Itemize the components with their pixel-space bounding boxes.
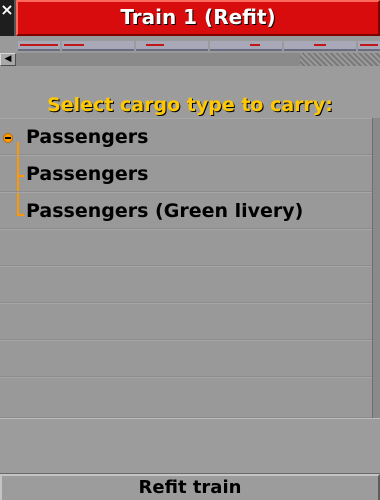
- cargo-group-label: Passengers: [26, 126, 149, 148]
- train-car-icon: [18, 41, 60, 51]
- empty-row: [0, 266, 372, 303]
- refit-info-panel: [0, 418, 380, 474]
- train-car-icon: [284, 41, 356, 51]
- train-car-icon: [210, 41, 282, 51]
- cargo-header: Select cargo type to carry:: [47, 94, 333, 116]
- scroll-track[interactable]: [300, 53, 380, 66]
- cargo-item-row[interactable]: Passengers (Green livery): [0, 192, 372, 229]
- window-title[interactable]: Train 1 (Refit): [16, 0, 380, 36]
- cargo-item-row[interactable]: Passengers: [0, 155, 372, 192]
- arrow-left-icon[interactable]: ◀: [0, 53, 16, 66]
- cargo-list: Passengers Passengers Passengers (Green …: [0, 118, 372, 418]
- train-car-icon: [136, 41, 208, 51]
- collapse-icon[interactable]: [3, 133, 13, 143]
- empty-row: [0, 340, 372, 377]
- refit-button[interactable]: Refit train: [0, 474, 380, 500]
- train-car-icon: [358, 41, 380, 51]
- train-car-icon: [62, 41, 134, 51]
- horizontal-scrollbar[interactable]: ◀: [0, 53, 380, 66]
- empty-row: [0, 229, 372, 266]
- cargo-group-row[interactable]: Passengers: [0, 118, 372, 155]
- cargo-item-label: Passengers (Green livery): [26, 200, 304, 222]
- cargo-item-label: Passengers: [26, 163, 149, 185]
- empty-row: [0, 303, 372, 340]
- train-sprites: [16, 39, 380, 51]
- train-preview[interactable]: ◀: [0, 36, 380, 66]
- title-bar[interactable]: × Train 1 (Refit): [0, 0, 380, 36]
- vertical-scrollbar[interactable]: [372, 118, 380, 418]
- close-icon[interactable]: ×: [0, 0, 16, 36]
- empty-row: [0, 377, 372, 418]
- refit-window: × Train 1 (Refit) ◀ Select cargo type to…: [0, 0, 380, 500]
